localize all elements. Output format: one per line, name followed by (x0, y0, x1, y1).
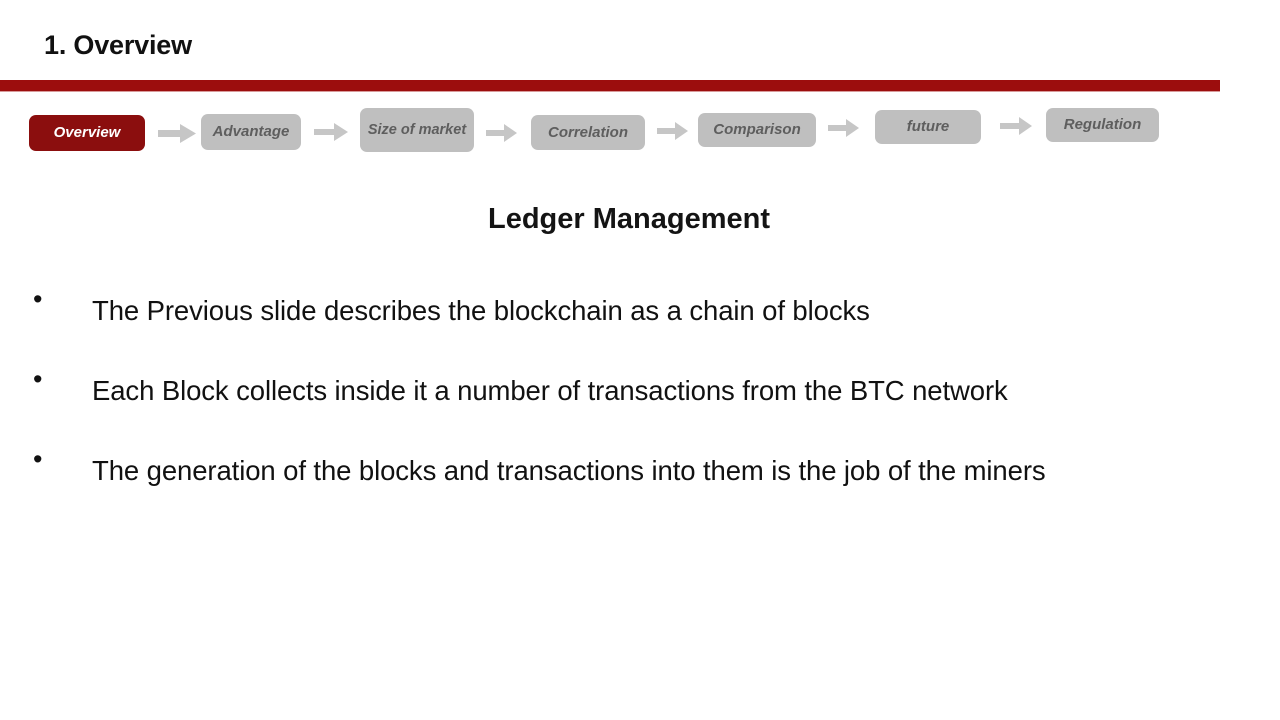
bullet-marker-icon: • (33, 364, 43, 394)
right-arrow-icon (314, 123, 348, 141)
breadcrumb-chip-advantage[interactable]: Advantage (201, 114, 301, 150)
bullet-marker-icon: • (33, 284, 43, 314)
list-item-text: The Previous slide describes the blockch… (92, 295, 870, 326)
right-arrow-icon (158, 124, 196, 143)
breadcrumb-chip-comparison[interactable]: Comparison (698, 113, 816, 147)
breadcrumb-chip-overview[interactable]: Overview (29, 115, 145, 151)
breadcrumb-chip-correlation[interactable]: Correlation (531, 115, 645, 150)
right-arrow-icon (828, 119, 859, 137)
breadcrumb: Overview Advantage Size of market Correl… (0, 100, 1280, 162)
bullet-marker-icon: • (33, 444, 43, 474)
right-arrow-icon (486, 124, 517, 142)
breadcrumb-chip-size-of-market[interactable]: Size of market (360, 108, 474, 152)
content-heading: Ledger Management (488, 203, 770, 235)
list-item-text: Each Block collects inside it a number o… (92, 375, 1008, 406)
breadcrumb-chip-future[interactable]: future (875, 110, 981, 144)
list-item: • The generation of the blocks and trans… (24, 432, 1254, 509)
list-item: • The Previous slide describes the block… (24, 272, 1254, 349)
bullet-list: • The Previous slide describes the block… (24, 272, 1254, 512)
page-title: 1. Overview (44, 30, 192, 60)
breadcrumb-chip-regulation[interactable]: Regulation (1046, 108, 1159, 142)
title-divider-rule (0, 80, 1220, 92)
right-arrow-icon (1000, 117, 1032, 135)
list-item: • Each Block collects inside it a number… (24, 352, 1254, 429)
list-item-text: The generation of the blocks and transac… (92, 455, 1046, 486)
right-arrow-icon (657, 122, 688, 140)
